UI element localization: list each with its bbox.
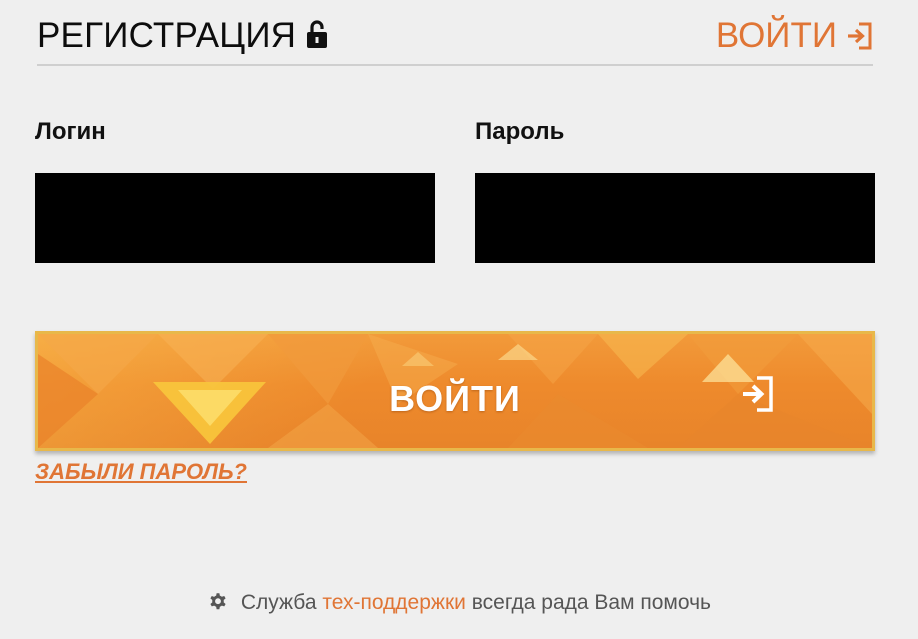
header: РЕГИСТРАЦИЯ ВОЙТИ bbox=[37, 12, 873, 66]
register-title: РЕГИСТРАЦИЯ bbox=[37, 16, 297, 55]
support-text: Служба тех-поддержки всегда рада Вам пом… bbox=[0, 590, 918, 615]
gear-icon bbox=[210, 593, 226, 610]
forgot-password-link[interactable]: ЗАБЫЛИ ПАРОЛЬ? bbox=[35, 459, 247, 485]
password-label: Пароль bbox=[475, 118, 565, 145]
enter-icon bbox=[848, 22, 872, 50]
submit-button[interactable]: ВОЙТИ bbox=[35, 331, 875, 451]
login-link[interactable]: ВОЙТИ bbox=[716, 16, 873, 56]
page-title: РЕГИСТРАЦИЯ bbox=[37, 16, 328, 56]
support-suffix: всегда рада Вам помочь bbox=[471, 591, 711, 614]
enter-icon bbox=[743, 376, 773, 412]
lock-icon bbox=[307, 20, 328, 48]
login-label: Логин bbox=[35, 118, 106, 145]
login-link-label: ВОЙТИ bbox=[715, 16, 837, 55]
password-input[interactable] bbox=[475, 173, 875, 263]
support-link[interactable]: тех-поддержки bbox=[322, 591, 466, 614]
login-input[interactable] bbox=[35, 173, 435, 263]
support-prefix: Служба bbox=[240, 591, 317, 614]
